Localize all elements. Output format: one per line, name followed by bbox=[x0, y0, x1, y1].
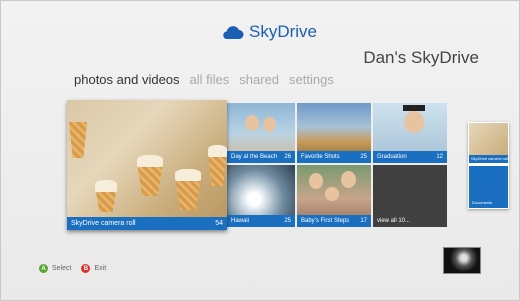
skydrive-logo: SkyDrive bbox=[220, 22, 317, 42]
tile-caption: view all 10... bbox=[373, 215, 447, 227]
a-button-icon: A bbox=[39, 264, 48, 273]
select-label: Select bbox=[52, 265, 72, 272]
pivot-shared[interactable]: shared bbox=[239, 72, 279, 87]
tile-label: Day at the Beach bbox=[231, 154, 278, 160]
tile-caption: SkyDrive camera roll 54 bbox=[67, 217, 227, 230]
tile-caption: Day at the Beach 26 bbox=[227, 151, 295, 163]
tile-caption: Baby's First Steps 17 bbox=[297, 215, 371, 227]
tile-label: view all 10... bbox=[377, 218, 411, 224]
tile-view-all[interactable]: view all 10... bbox=[373, 165, 447, 227]
exit-hint[interactable]: B Exit bbox=[81, 264, 106, 273]
tile-count: 12 bbox=[436, 154, 443, 160]
user-drive-title: Dan's SkyDrive bbox=[363, 48, 479, 67]
tile-label: Baby's First Steps bbox=[301, 218, 350, 224]
documents-tile[interactable]: Documents bbox=[469, 166, 508, 208]
tile-count: 17 bbox=[360, 218, 367, 224]
tile-count: 26 bbox=[284, 154, 291, 160]
pivot-photos-and-videos[interactable]: photos and videos bbox=[74, 72, 180, 87]
tile-label: SkyDrive camera roll bbox=[71, 220, 136, 227]
ice-cream-cone-image bbox=[137, 162, 163, 196]
tile-label: Favorite Shots bbox=[301, 154, 340, 160]
b-button-icon: B bbox=[81, 264, 91, 273]
exit-label: Exit bbox=[94, 265, 107, 272]
tile-label: Hawaii bbox=[231, 218, 250, 224]
documents-label: Documents bbox=[472, 200, 493, 205]
tile-count: 25 bbox=[360, 154, 367, 160]
tile-caption: Graduation 12 bbox=[373, 151, 447, 163]
tile-caption: Favorite Shots 25 bbox=[297, 151, 371, 163]
controller-hints: A Select B Exit bbox=[39, 264, 106, 273]
tile-babys-first-steps[interactable]: Baby's First Steps 17 bbox=[297, 165, 371, 227]
cloud-icon bbox=[223, 25, 244, 39]
tile-day-at-the-beach[interactable]: Day at the Beach 26 bbox=[227, 103, 295, 163]
pivot-all-files[interactable]: all files bbox=[190, 72, 230, 87]
pivot-settings[interactable]: settings bbox=[289, 72, 334, 87]
app-name: SkyDrive bbox=[249, 22, 318, 41]
peek-thumbnail bbox=[469, 123, 508, 155]
pivot-menu: photos and videos all files shared setti… bbox=[74, 72, 334, 87]
skydrive-window: SkyDrive Dan's SkyDrive photos and video… bbox=[0, 0, 520, 301]
select-hint[interactable]: A Select bbox=[39, 264, 71, 273]
tile-hawaii[interactable]: Hawaii 25 bbox=[227, 165, 295, 227]
tile-label: Graduation bbox=[377, 154, 407, 160]
tile-count: 54 bbox=[215, 220, 223, 227]
tile-caption: Hawaii 25 bbox=[227, 215, 295, 227]
tile-favorite-shots[interactable]: Favorite Shots 25 bbox=[297, 103, 371, 163]
video-preview-thumbnail bbox=[443, 247, 481, 274]
peek-caption: SkyDrive camera roll bbox=[469, 155, 508, 163]
tile-camera-roll[interactable]: SkyDrive camera roll 54 bbox=[67, 100, 227, 230]
tile-count: 25 bbox=[284, 218, 291, 224]
tile-graduation[interactable]: Graduation 12 bbox=[373, 103, 447, 163]
next-section-peek[interactable]: SkyDrive camera roll Documents bbox=[468, 122, 509, 209]
